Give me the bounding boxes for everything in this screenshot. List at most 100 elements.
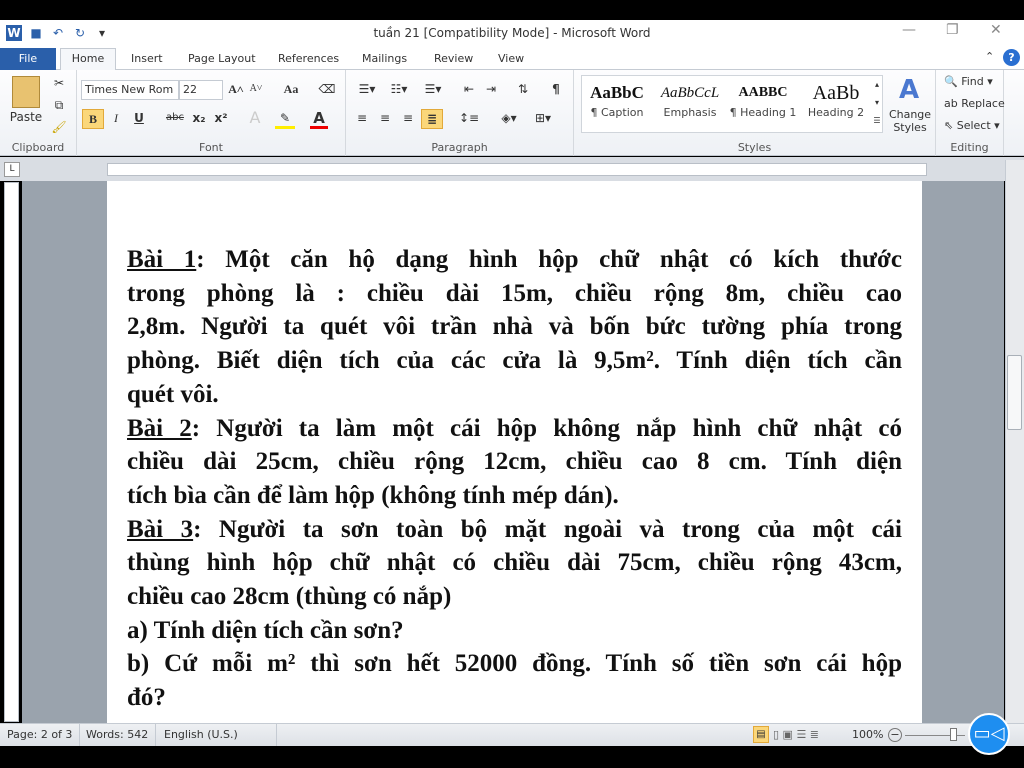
horizontal-ruler[interactable] [107,163,927,176]
document-text[interactable]: Bài 1: Một căn hộ dạng hình hộp chữ nhật… [127,243,902,715]
shading-icon[interactable]: ◈▾ [496,109,522,129]
paragraph-group: ☰▾ ☷▾ ☰▾ ⇤ ⇥ ⇅ ¶ ≡ ≡ ≡ ≣ ↕≡ ◈▾ ⊞▾ Paragr… [346,70,574,156]
underline-button[interactable]: U [130,109,148,129]
line-text: đó? [127,684,166,712]
tab-page-layout[interactable]: Page Layout [180,49,264,70]
word-count[interactable]: Words: 542 [79,724,157,746]
format-painter-icon[interactable]: 🖌 [50,118,68,138]
replace-button[interactable]: ab Replace [944,95,1014,115]
strikethrough-button[interactable]: abc [163,109,187,129]
word-icon[interactable]: W [6,25,22,41]
font-name-dropdown[interactable]: Times New Rom [81,80,179,100]
align-right-icon[interactable]: ≡ [398,109,418,129]
title-bar: W ■ ↶ ↻ ▾ tuần 21 [Compatibility Mode] -… [0,20,1024,46]
customize-quick-access-icon[interactable]: ▾ [94,25,110,41]
bold-button[interactable]: B [82,109,104,129]
styles-group: AaBbC ¶ Caption AaBbCcL Emphasis AABBC ¶ He… [574,70,936,156]
tab-mailings[interactable]: Mailings [354,49,415,70]
font-size-dropdown[interactable]: 22 [179,80,223,100]
zoom-slider-thumb[interactable] [950,728,957,741]
document-line: 2,8m. Người ta quét vôi trần nhà và bốn … [127,310,902,344]
select-button[interactable]: ⇖ Select ▾ [944,117,1006,137]
undo-icon[interactable]: ↶ [50,25,66,41]
print-layout-icon[interactable]: ▤ [753,726,769,743]
borders-icon[interactable]: ⊞▾ [530,109,556,129]
language[interactable]: English (U.S.) [157,724,277,746]
paste-icon[interactable] [12,76,40,108]
bullets-icon[interactable]: ☰▾ [354,80,380,100]
document-line: a) Tính diện tích cần sơn? [127,614,902,648]
justify-icon[interactable]: ≣ [421,109,443,129]
paragraph-label: Paragraph [431,141,488,154]
multilevel-list-icon[interactable]: ☰▾ [420,80,446,100]
tab-insert[interactable]: Insert [123,49,171,70]
document-line: thùng hình hộp chữ nhật có chiều dài 75c… [127,546,902,580]
decrease-indent-icon[interactable]: ⇤ [460,80,478,100]
paste-button[interactable]: Paste [8,108,44,128]
change-case-button[interactable]: Aa [277,80,305,100]
change-styles-icon[interactable]: A [892,74,926,106]
change-styles-button[interactable]: Change Styles [886,108,934,136]
line-text: thùng hình hộp chữ nhật có chiều dài 75c… [127,549,902,577]
grow-font-icon[interactable]: A˄ [227,80,245,100]
line-text: : Một căn hộ dạng hình hộp chữ nhật có k… [196,246,902,273]
style-caption[interactable]: AaBbC ¶ Caption [581,80,653,119]
minimize-ribbon-icon[interactable]: ⌃ [985,50,994,63]
vertical-scrollbar[interactable] [1005,160,1024,723]
view-modes-icons[interactable]: ▯ ▣ ☰ ≣ [773,724,819,746]
shrink-font-icon[interactable]: A˅ [247,80,265,100]
tab-file[interactable]: File [0,48,56,70]
save-icon[interactable]: ■ [28,25,44,41]
tab-home[interactable]: Home [60,48,116,71]
italic-button[interactable]: I [107,109,125,129]
align-center-icon[interactable]: ≡ [375,109,395,129]
copy-icon[interactable]: ⧉ [50,96,68,116]
highlight-icon[interactable]: ✎ [275,109,295,129]
styles-scroll-icon[interactable]: ▴ ▾ ☰ [872,76,882,132]
line-text: chiều dài 25cm, chiều rộng 12cm, chiều c… [127,448,902,476]
align-left-icon[interactable]: ≡ [352,109,372,129]
exercise-label: Bài 2 [127,414,192,442]
superscript-button[interactable]: x² [211,109,231,129]
style-heading-1[interactable]: AABBC ¶ Heading 1 [727,80,799,119]
minimize-button[interactable]: — [902,22,916,38]
window-title: tuần 21 [Compatibility Mode] - Microsoft… [373,26,651,40]
tab-view[interactable]: View [490,49,532,70]
increase-indent-icon[interactable]: ⇥ [482,80,500,100]
close-button[interactable]: ✕ [990,22,1002,38]
tab-review[interactable]: Review [426,49,481,70]
restore-button[interactable]: ❐ [946,22,959,38]
vertical-ruler[interactable] [4,182,19,722]
help-icon[interactable]: ? [1003,49,1020,66]
font-label: Font [199,141,223,154]
tab-references[interactable]: References [270,49,347,70]
show-formatting-button[interactable]: ¶ [548,80,564,100]
font-color-icon[interactable]: A [310,109,328,129]
editing-label: Editing [950,141,989,154]
video-camera-icon[interactable]: ▭◁ [968,713,1010,755]
zoom-out-button[interactable]: − [888,728,902,742]
document-line: đó? [127,681,902,715]
style-emphasis[interactable]: AaBbCcL Emphasis [654,80,726,119]
line-text: phòng. Biết diện tích của các cửa là 9,5… [127,347,902,375]
line-text: : Người ta làm một cái hộp không nắp hìn… [191,414,902,442]
style-heading-2[interactable]: AaBb Heading 2 [800,80,872,119]
cut-icon[interactable]: ✂ [50,74,68,94]
redo-icon[interactable]: ↻ [72,25,88,41]
scrollbar-thumb[interactable] [1007,355,1022,430]
ribbon: Paste ✂ ⧉ 🖌 Clipboard Times New Rom 22 A… [0,70,1024,156]
document-page[interactable]: Bài 1: Một căn hộ dạng hình hộp chữ nhật… [107,181,922,723]
clear-formatting-icon[interactable]: ⌫ [317,80,337,100]
subscript-button[interactable]: x₂ [189,109,209,129]
tab-selector-icon[interactable]: L [4,162,20,177]
text-effects-icon[interactable]: A [245,109,265,129]
status-bar: Page: 2 of 3 Words: 542 English (U.S.) ▤… [0,723,1024,746]
zoom-level[interactable]: 100% [852,724,883,746]
find-button[interactable]: 🔍 Find ▾ [944,73,1002,93]
numbering-icon[interactable]: ☷▾ [386,80,412,100]
exercise-label: Bài 3 [127,515,194,543]
sort-icon[interactable]: ⇅ [514,80,532,100]
page-count[interactable]: Page: 2 of 3 [0,724,81,746]
line-spacing-icon[interactable]: ↕≡ [456,109,482,129]
line-text: quét vôi. [127,380,219,408]
